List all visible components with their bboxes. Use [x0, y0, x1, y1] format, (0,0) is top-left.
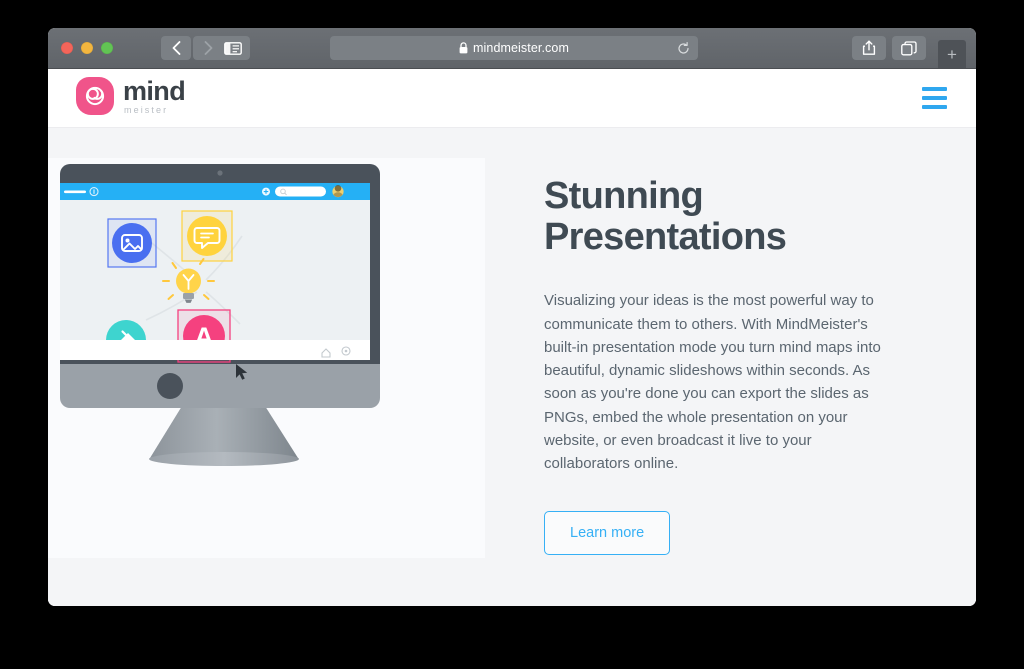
- page-viewport: mind meister A Stunning Presentations Vi…: [48, 69, 976, 606]
- navigation-buttons: [161, 36, 223, 60]
- lock-icon: [459, 42, 468, 54]
- mindmeister-mark-icon: [76, 77, 114, 115]
- maximize-window-button[interactable]: [101, 42, 113, 54]
- chevron-left-icon: [172, 41, 180, 55]
- hero-description: Visualizing your ideas is the most power…: [544, 292, 881, 473]
- lightbulb-base: [183, 293, 194, 299]
- url-text: mindmeister.com: [473, 41, 569, 55]
- hero-title-line-2: Presentations: [544, 215, 787, 258]
- monitor-stand: [150, 406, 298, 458]
- hamburger-bar: [922, 87, 947, 91]
- site-header: mind meister: [48, 69, 976, 128]
- brand-wordmark: mind meister: [123, 75, 186, 115]
- app-menu-line-icon: [64, 190, 86, 194]
- brand-logo[interactable]: mind meister: [76, 75, 186, 115]
- monitor-logo-dot: [157, 373, 183, 399]
- hamburger-bar: [922, 96, 947, 100]
- hero-copy: Stunning Presentations Visualizing your …: [544, 176, 896, 556]
- atom-icon: [85, 86, 105, 106]
- monitor-chin: [60, 364, 380, 408]
- hamburger-bar: [922, 105, 947, 109]
- share-button[interactable]: [852, 36, 886, 60]
- learn-more-button[interactable]: Learn more: [544, 511, 671, 556]
- back-button[interactable]: [161, 36, 191, 60]
- monitor-base: [149, 452, 299, 466]
- new-tab-button[interactable]: +: [938, 40, 966, 68]
- share-icon: [862, 40, 876, 55]
- copy-tabs-icon: [901, 40, 917, 55]
- toolbar-right-actions: [852, 36, 926, 60]
- reload-icon: [677, 41, 689, 54]
- page-title: Stunning Presentations: [544, 176, 896, 257]
- hero-title-line-1: Stunning: [544, 175, 704, 217]
- hamburger-menu-icon[interactable]: [922, 87, 947, 109]
- sidebar-icon: [224, 41, 242, 55]
- monitor-illustration: A: [60, 164, 380, 466]
- minimize-window-button[interactable]: [81, 42, 93, 54]
- address-bar[interactable]: mindmeister.com: [330, 36, 698, 60]
- monitor-camera: [217, 170, 223, 176]
- app-search-field: [275, 186, 326, 197]
- tab-overview-button[interactable]: [892, 36, 926, 60]
- brand-name: mind: [123, 75, 186, 106]
- chevron-right-icon: [204, 41, 212, 55]
- hero-section: A Stunning Presentations Visualizing you…: [48, 128, 976, 606]
- brand-sub: meister: [124, 104, 169, 115]
- window-controls: [61, 42, 113, 54]
- reload-button[interactable]: [676, 41, 690, 55]
- browser-toolbar: mindmeister.com +: [48, 28, 976, 69]
- new-tab-label: +: [947, 44, 957, 64]
- close-window-button[interactable]: [61, 42, 73, 54]
- sidebar-toggle-group: [216, 36, 250, 60]
- browser-window: mindmeister.com + mind meister A Stunnin…: [48, 28, 976, 606]
- comment-node: [187, 216, 227, 256]
- sidebar-button[interactable]: [216, 36, 250, 60]
- image-node: [112, 223, 152, 263]
